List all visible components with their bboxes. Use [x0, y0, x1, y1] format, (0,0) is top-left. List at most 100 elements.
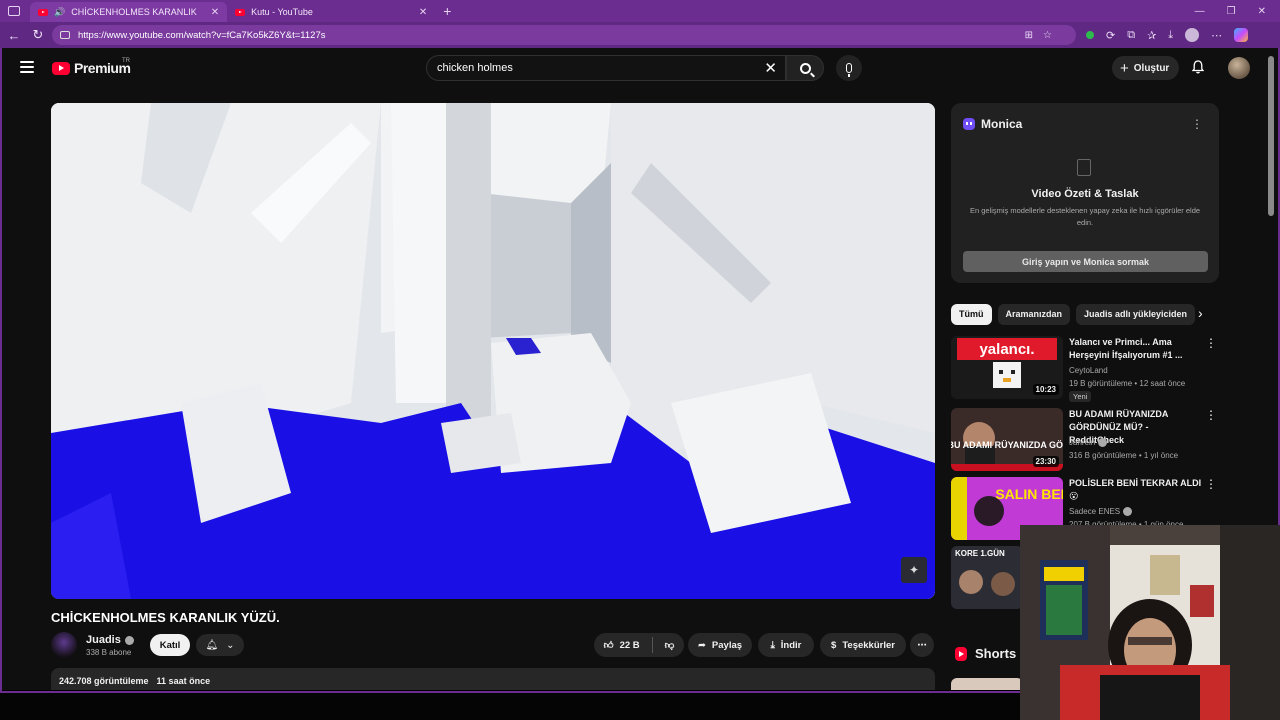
divider — [651, 637, 653, 653]
like-button[interactable]: 👍︎ — [604, 639, 614, 651]
subscription-bell-button[interactable]: 🔔︎ ⌄ — [196, 634, 244, 656]
channel-watermark-icon[interactable]: ✦ — [901, 557, 927, 583]
chevron-right-icon[interactable]: › — [1198, 305, 1203, 321]
site-info-icon[interactable] — [60, 31, 70, 39]
plus-icon: + — [1120, 59, 1129, 77]
video-frame — [51, 103, 935, 599]
video-player[interactable]: ✦ — [51, 103, 935, 599]
refresh-icon[interactable]: ↻ — [26, 27, 50, 43]
channel-avatar[interactable] — [51, 632, 77, 658]
shorts-section-header[interactable]: Shorts — [955, 646, 1016, 661]
join-button[interactable]: Katıl — [150, 634, 190, 656]
close-tab-icon[interactable]: ✕ — [419, 7, 427, 18]
monica-header: Monica — [963, 117, 1022, 131]
thumbnail[interactable]: KORE 1.GÜN — [951, 546, 1023, 609]
clear-search-icon[interactable]: ✕ — [764, 59, 777, 77]
favorites-icon[interactable]: ✰ — [1147, 29, 1156, 42]
url-field[interactable]: https://www.youtube.com/watch?v=fCa7Ko5k… — [52, 25, 1076, 45]
thumbnail[interactable]: yalancı. 10:23 — [951, 336, 1063, 399]
verified-icon — [1098, 438, 1108, 447]
download-button[interactable]: ⤓ İndir — [758, 633, 814, 657]
tab-kutu[interactable]: Kutu - YouTube ✕ — [227, 2, 435, 22]
subscriber-count: 338 B abone — [86, 648, 132, 657]
thanks-button[interactable]: $ Teşekkürler — [820, 633, 906, 657]
tab-actions-icon[interactable] — [8, 6, 20, 16]
share-icon: ➦ — [697, 639, 706, 651]
thumbnail[interactable]: BU ADAMI RÜYANIZDA GÖRDÜNÜZ? 23:30 — [951, 408, 1063, 471]
scrollbar-thumb[interactable] — [1268, 56, 1274, 216]
browser-tab-bar: 🔊 CHİCKENHOLMES KARANLIK ✕ Kutu - YouTub… — [0, 0, 1280, 22]
close-tab-icon[interactable]: ✕ — [211, 7, 219, 18]
audio-playing-icon[interactable]: 🔊 — [54, 7, 65, 18]
extension-green-icon[interactable] — [1086, 31, 1094, 39]
chevron-down-icon: ⌄ — [226, 639, 235, 651]
channel-name[interactable]: Juadis — [86, 634, 134, 646]
app-available-icon[interactable]: ⊞ — [1025, 30, 1033, 41]
extensions-area: ⟳ ⧉ ✰ ⤓ ⋯ — [1086, 22, 1249, 48]
channel-name-text: CeytoLand — [1069, 366, 1108, 375]
copilot-icon[interactable] — [1234, 28, 1249, 42]
search-icon — [799, 62, 811, 74]
shorts-thumbnail[interactable] — [951, 678, 1023, 690]
chip-all[interactable]: Tümü — [951, 303, 992, 325]
channel-name[interactable]: CeytoLand — [1069, 366, 1108, 375]
create-button[interactable]: + Oluştur — [1112, 56, 1180, 80]
channel-name[interactable]: Sadece ENES — [1069, 507, 1133, 516]
url-actions: ⊞ ☆ — [1025, 25, 1052, 45]
chip-from-uploader[interactable]: Juadis adlı yükleyiciden — [1076, 303, 1196, 325]
channel-name[interactable]: Jahrein — [1069, 438, 1108, 447]
url-text: https://www.youtube.com/watch?v=fCa7Ko5k… — [78, 29, 326, 41]
notifications-bell-icon[interactable] — [1192, 60, 1204, 74]
video-title[interactable]: POLİSLER BENİ TEKRAR ALDI 😮 — [1069, 477, 1205, 503]
account-avatar[interactable] — [1228, 57, 1250, 79]
monica-menu-icon[interactable]: ⋮ — [1191, 117, 1203, 131]
search-input[interactable]: chicken holmes ✕ — [426, 55, 786, 81]
profile-icon[interactable] — [1185, 28, 1200, 42]
monica-login-button[interactable]: Giriş yapın ve Monica sormak — [963, 251, 1208, 272]
thanks-icon: $ — [831, 639, 837, 651]
more-options-icon[interactable]: ⋮ — [1205, 477, 1217, 491]
more-actions-button[interactable]: ⋯ — [910, 633, 934, 657]
search-button[interactable] — [786, 55, 824, 81]
minimize-icon[interactable]: — — [1195, 6, 1205, 17]
description-box[interactable]: 242.708 görüntüleme 11 saat önce — [51, 668, 935, 690]
bell-icon: 🔔︎ — [205, 639, 219, 651]
close-window-icon[interactable]: ✕ — [1258, 6, 1266, 17]
split-screen-icon[interactable]: ⧉ — [1127, 29, 1135, 42]
view-count: 242.708 görüntüleme — [59, 676, 149, 686]
like-count[interactable]: 22 B — [620, 640, 640, 651]
video-meta: 316 B görüntüleme • 1 yıl önce — [1069, 451, 1179, 460]
more-options-icon[interactable]: ⋮ — [1205, 336, 1217, 350]
upload-time: 11 saat önce — [156, 676, 211, 686]
monica-name: Monica — [981, 117, 1023, 131]
chip-from-search[interactable]: Aramanızdan — [997, 303, 1071, 325]
verified-icon — [124, 635, 134, 645]
dislike-button[interactable]: 👎︎ — [665, 639, 675, 651]
tab-video[interactable]: 🔊 CHİCKENHOLMES KARANLIK ✕ — [30, 2, 228, 22]
tab-title: Kutu - YouTube — [251, 7, 313, 17]
verified-icon — [1123, 507, 1133, 516]
settings-more-icon[interactable]: ⋯ — [1211, 29, 1222, 42]
filter-chips: Tümü Aramanızdan Juadis adlı yükleyicide… — [951, 303, 1219, 325]
youtube-logo[interactable]: Premium TR — [52, 58, 131, 76]
more-options-icon[interactable]: ⋮ — [1205, 408, 1217, 422]
youtube-favicon-icon — [235, 8, 246, 16]
list-item[interactable]: BU ADAMI RÜYANIZDA GÖRDÜNÜZ? 23:30 BU AD… — [951, 408, 1219, 472]
yt-header: Premium TR chicken holmes ✕ + Oluştur — [2, 48, 1278, 88]
extension-refresh-icon[interactable]: ⟳ — [1106, 29, 1115, 42]
voice-search-button[interactable] — [836, 55, 862, 81]
menu-icon[interactable] — [20, 61, 34, 73]
video-meta: 19 B görüntüleme • 12 saat önce — [1069, 379, 1186, 388]
restore-icon[interactable]: ❐ — [1227, 6, 1236, 17]
thumbnail-text: KORE 1.GÜN — [955, 549, 1005, 558]
duration-badge: 10:23 — [1032, 384, 1059, 395]
list-item[interactable]: yalancı. 10:23 Yalancı ve Primci... Ama … — [951, 336, 1219, 402]
youtube-favicon-icon — [38, 8, 48, 16]
monica-logo-icon — [963, 118, 975, 130]
video-title[interactable]: Yalancı ve Primci... Ama Herşeyini İfşal… — [1069, 336, 1205, 362]
favorite-star-icon[interactable]: ☆ — [1043, 30, 1052, 41]
share-button[interactable]: ➦ Paylaş — [688, 633, 752, 657]
back-icon[interactable]: ← — [2, 28, 26, 43]
new-tab-button[interactable]: + — [443, 3, 451, 19]
downloads-icon[interactable]: ⤓ — [1168, 29, 1173, 42]
